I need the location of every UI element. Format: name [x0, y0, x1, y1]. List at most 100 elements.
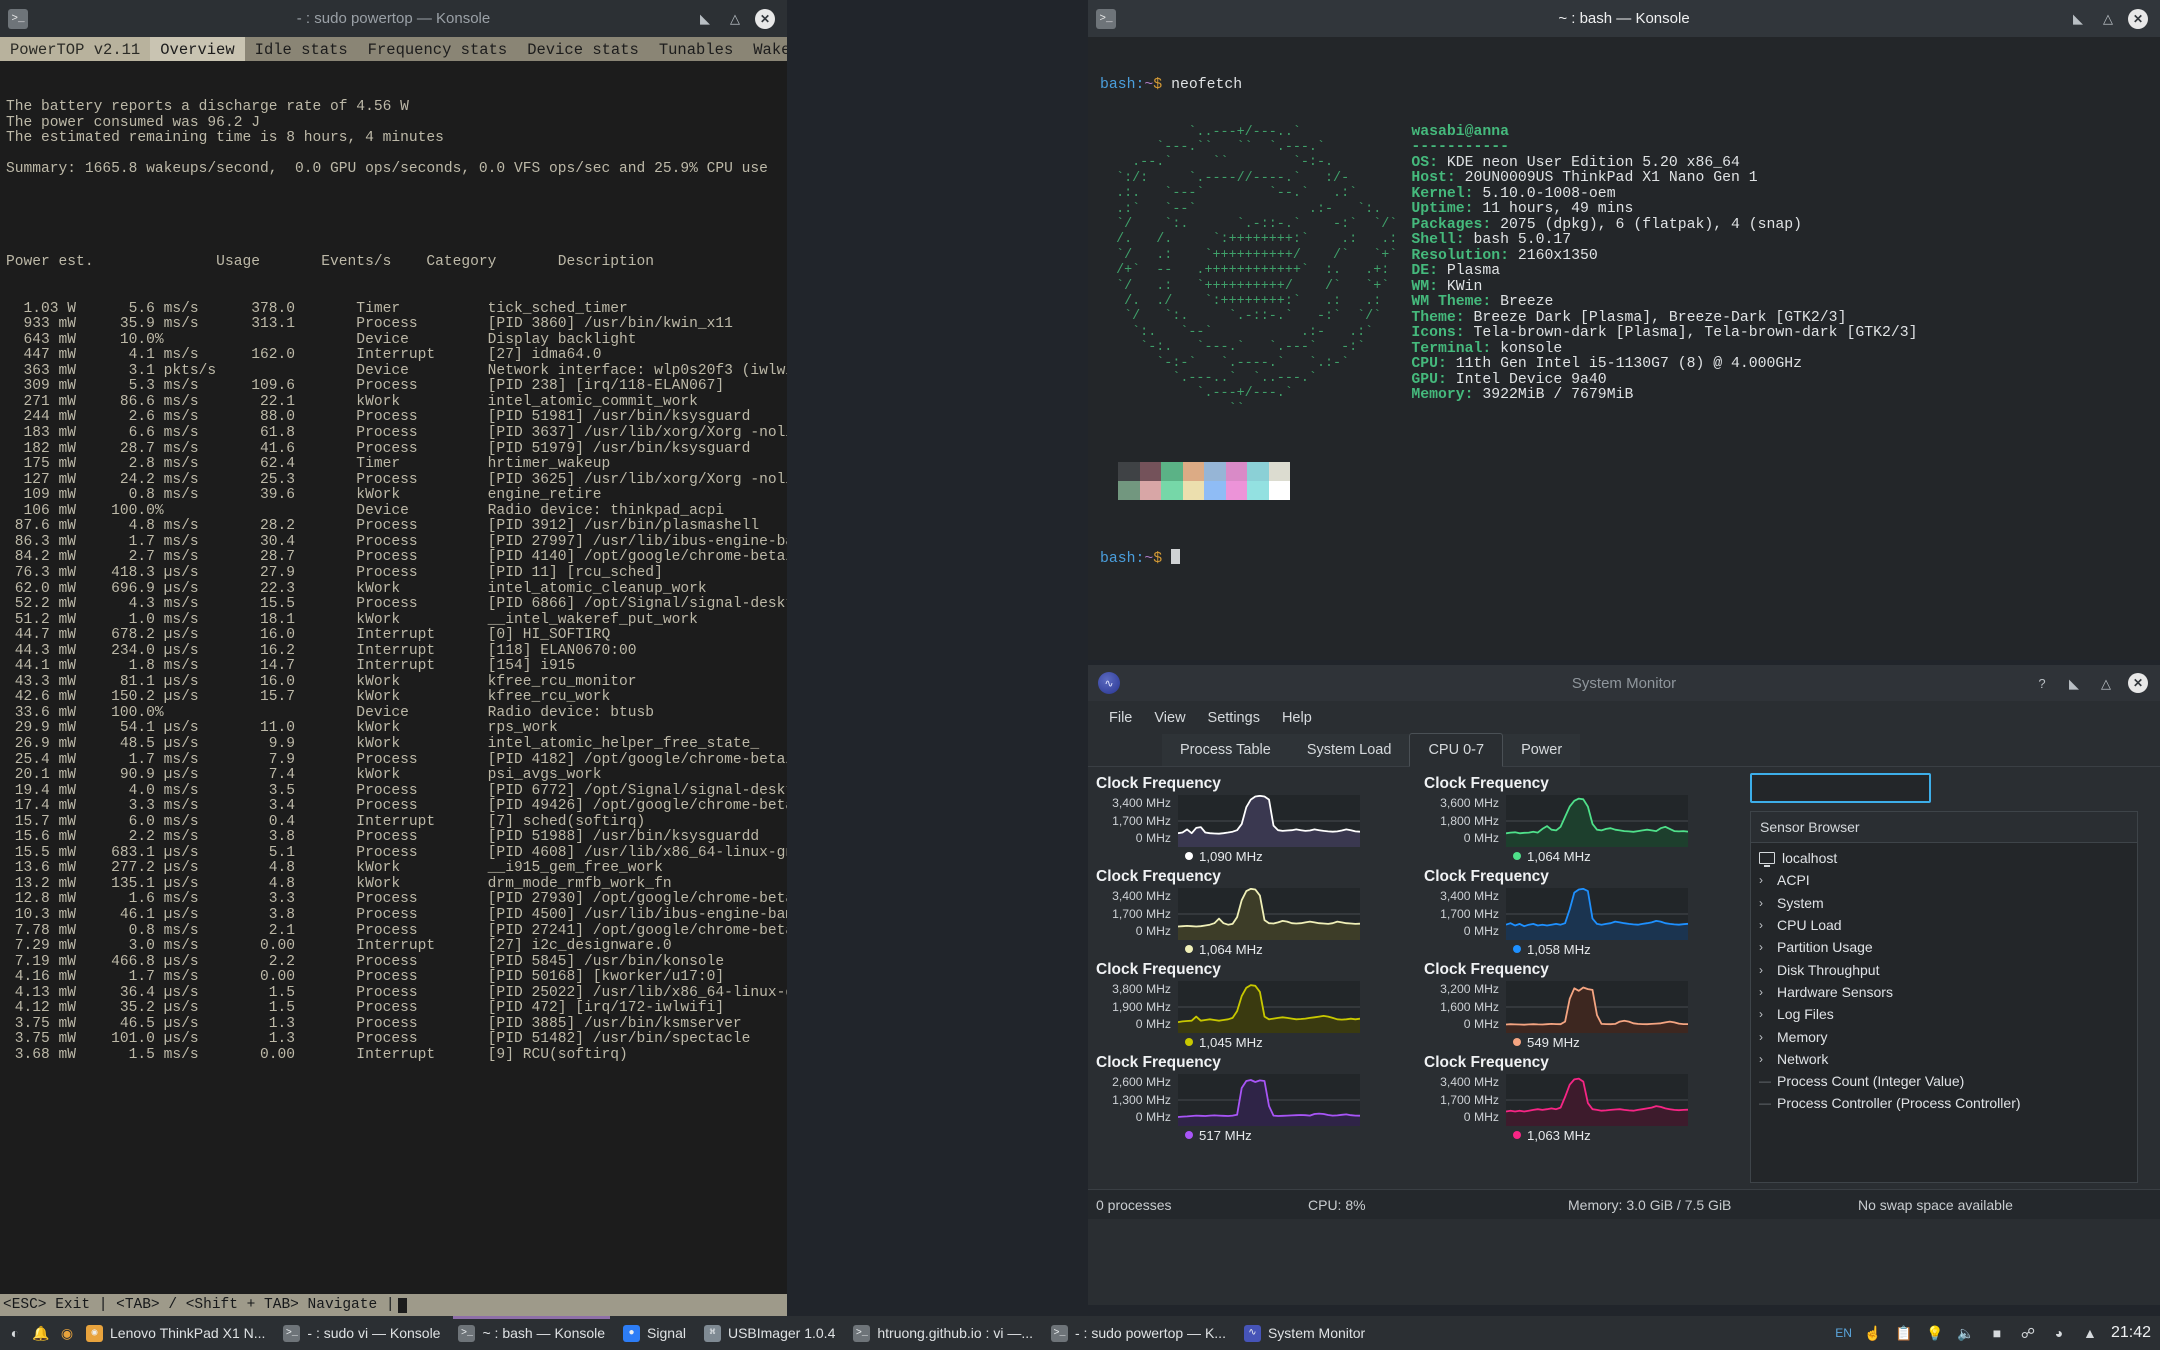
clock-frequency-chart[interactable]: Clock Frequency 2,600 MHz 1,300 MHz 0 MHz 51…	[1096, 1054, 1410, 1147]
tab-system-load[interactable]: System Load	[1288, 734, 1410, 766]
close-icon[interactable]: ✕	[2128, 673, 2148, 693]
chrome-icon[interactable]: ◉	[57, 1323, 77, 1343]
powertop-tab-frequency-stats[interactable]: Frequency stats	[357, 37, 518, 61]
sensor-browser-header: Sensor Browser	[1751, 812, 2137, 843]
maximize-icon[interactable]: △	[2096, 673, 2116, 693]
taskbar-tasks[interactable]: ◉ Lenovo ThinkPad X1 N... >_ - : sudo vi — …	[77, 1316, 1374, 1348]
clock-frequency-chart[interactable]: Clock Frequency 3,800 MHz 1,900 MHz 0 MHz 1,…	[1096, 961, 1410, 1054]
close-icon[interactable]: ✕	[2128, 8, 2148, 29]
bash-konsole-window[interactable]: >_ ~ : bash — Konsole ◣ △ ✕ bash:~$ neof…	[1088, 0, 2160, 660]
sensor-item[interactable]: › Partition Usage	[1751, 936, 2137, 958]
sensor-item[interactable]: › Disk Throughput	[1751, 958, 2137, 980]
chevron-right-icon[interactable]: ›	[1759, 896, 1777, 910]
tab-process-table[interactable]: Process Table	[1162, 734, 1289, 766]
powertop-titlebar[interactable]: >_ - : sudo powertop — Konsole ◣ △ ✕	[0, 0, 787, 37]
menu-settings[interactable]: Settings	[1199, 707, 1269, 729]
chevron-right-icon[interactable]: ›	[1759, 1052, 1777, 1066]
system-monitor-window[interactable]: ∿ System Monitor ? ◣ △ ✕ File View Setti…	[1088, 665, 2160, 1305]
wifi-icon[interactable]: ◕	[2049, 1323, 2069, 1343]
clock-frequency-chart[interactable]: Clock Frequency 3,400 MHz 1,700 MHz 0 MHz 1,…	[1424, 868, 1738, 961]
sysmon-tabbar[interactable]: Process Table System Load CPU 0-7 Power	[1088, 733, 2160, 767]
taskbar[interactable]: ◐ 🔔 ◉ ◉ Lenovo ThinkPad X1 N... >_ - : sudo…	[0, 1316, 2160, 1350]
sensor-item[interactable]: › ACPI	[1751, 869, 2137, 891]
minimize-icon[interactable]: ◣	[2064, 673, 2084, 693]
powertop-window-buttons[interactable]: ◣ △ ✕	[695, 8, 787, 29]
sensor-item[interactable]: — Process Controller (Process Controller)	[1751, 1092, 2137, 1114]
sensor-item[interactable]: › System	[1751, 892, 2137, 914]
close-icon[interactable]: ✕	[755, 8, 775, 29]
maximize-icon[interactable]: △	[725, 9, 745, 29]
taskbar-left-icons[interactable]: ◐ 🔔 ◉	[0, 1323, 77, 1343]
bash-window-buttons[interactable]: ◣ △ ✕	[2068, 8, 2160, 29]
powertop-tab-overview[interactable]: Overview	[150, 37, 245, 61]
sensor-browser-list[interactable]: localhost › ACPI › System › CPU Load › Partition…	[1751, 843, 2137, 1115]
sensor-item[interactable]: › Hardware Sensors	[1751, 981, 2137, 1003]
chevron-right-icon[interactable]: ›	[1759, 1030, 1777, 1044]
updates-icon[interactable]: ☝	[1863, 1323, 1883, 1343]
sysmon-menubar[interactable]: File View Settings Help	[1088, 701, 2160, 733]
taskbar-task[interactable]: >_ htruong.github.io : vi —...	[844, 1318, 1042, 1348]
sensor-root-localhost[interactable]: localhost	[1751, 847, 2137, 869]
tab-power[interactable]: Power	[1503, 734, 1581, 766]
taskbar-task[interactable]: >_ - : sudo vi — Konsole	[274, 1318, 449, 1348]
keyboard-language-indicator[interactable]: EN	[1835, 1326, 1852, 1340]
system-tray[interactable]: EN ☝ 📋 💡 🔈 ■ ☍ ◕ ▲ 21:42	[1835, 1323, 2160, 1343]
sysmon-titlebar[interactable]: ∿ System Monitor ? ◣ △ ✕	[1088, 665, 2160, 701]
taskbar-task[interactable]: ∿ System Monitor	[1235, 1318, 1374, 1348]
chevron-right-icon[interactable]: ›	[1759, 873, 1777, 887]
powertop-tab-wakeup[interactable]: WakeUp	[743, 37, 787, 61]
sysmon-window-buttons[interactable]: ? ◣ △ ✕	[2032, 673, 2160, 693]
chart-legend: 1,064 MHz	[1185, 942, 1410, 957]
powertop-tab-device-stats[interactable]: Device stats	[517, 37, 649, 61]
taskbar-task[interactable]: ● Signal	[614, 1318, 695, 1348]
sensor-item[interactable]: — Process Count (Integer Value)	[1751, 1070, 2137, 1092]
bluetooth-icon[interactable]: ☍	[2018, 1323, 2038, 1343]
notes-icon[interactable]: 💡	[1925, 1323, 1945, 1343]
chevron-right-icon[interactable]: ›	[1759, 918, 1777, 932]
chevron-right-icon[interactable]: ›	[1759, 963, 1777, 977]
battery-icon[interactable]: ■	[1987, 1323, 2007, 1343]
powertop-tabs[interactable]: PowerTOP v2.11 Overview Idle stats Frequ…	[0, 37, 787, 61]
chart-y-tick: 0 MHz	[1135, 924, 1171, 938]
minimize-icon[interactable]: ◣	[695, 9, 715, 29]
chart-current-value: 1,090 MHz	[1199, 848, 1263, 864]
clock-frequency-chart[interactable]: Clock Frequency 3,600 MHz 1,800 MHz 0 MHz 1,…	[1424, 775, 1738, 868]
sensor-item[interactable]: › CPU Load	[1751, 914, 2137, 936]
taskbar-task[interactable]: ◉ Lenovo ThinkPad X1 N...	[77, 1318, 274, 1348]
taskbar-clock[interactable]: 21:42	[2111, 1324, 2151, 1342]
arrow-up-icon[interactable]: ▲	[2080, 1323, 2100, 1343]
menu-view[interactable]: View	[1145, 707, 1194, 729]
sensor-search-input[interactable]	[1750, 773, 1931, 803]
clock-frequency-chart[interactable]: Clock Frequency 3,200 MHz 1,600 MHz 0 MHz 54…	[1424, 961, 1738, 1054]
chevron-right-icon[interactable]: ›	[1759, 940, 1777, 954]
tab-cpu-0-7[interactable]: CPU 0-7	[1409, 733, 1504, 767]
minimize-icon[interactable]: ◣	[2068, 9, 2088, 29]
taskbar-task[interactable]: >_ - : sudo powertop — K...	[1042, 1318, 1235, 1348]
sensor-item[interactable]: › Log Files	[1751, 1003, 2137, 1025]
maximize-icon[interactable]: △	[2098, 9, 2118, 29]
terminal-icon: >_	[458, 1324, 476, 1342]
palette-swatch	[1161, 481, 1183, 501]
sensor-item[interactable]: › Memory	[1751, 1025, 2137, 1047]
taskbar-task[interactable]: ⌘ USBImager 1.0.4	[695, 1318, 844, 1348]
chevron-right-icon[interactable]: ›	[1759, 985, 1777, 999]
clipboard-icon[interactable]: 📋	[1894, 1323, 1914, 1343]
clock-frequency-chart[interactable]: Clock Frequency 3,400 MHz 1,700 MHz 0 MHz 1,…	[1096, 868, 1410, 961]
kde-menu-icon[interactable]: ◐	[5, 1323, 25, 1343]
bash-titlebar[interactable]: >_ ~ : bash — Konsole ◣ △ ✕	[1088, 0, 2160, 37]
powertop-konsole-window[interactable]: >_ - : sudo powertop — Konsole ◣ △ ✕ Pow…	[0, 0, 787, 1316]
taskbar-task[interactable]: >_ ~ : bash — Konsole	[449, 1316, 614, 1348]
clock-frequency-chart[interactable]: Clock Frequency 3,400 MHz 1,700 MHz 0 MHz 1,…	[1096, 775, 1410, 868]
powertop-tab-idle-stats[interactable]: Idle stats	[244, 37, 358, 61]
powertop-tab-tunables[interactable]: Tunables	[648, 37, 744, 61]
sensor-item[interactable]: › Network	[1751, 1048, 2137, 1070]
chevron-right-icon[interactable]: ›	[1759, 1007, 1777, 1021]
bell-icon[interactable]: 🔔	[31, 1323, 51, 1343]
bash-terminal-body[interactable]: bash:~$ neofetch `..---+/---..` `---.`` …	[1088, 37, 2160, 660]
clock-frequency-chart[interactable]: Clock Frequency 3,400 MHz 1,700 MHz 0 MHz 1,…	[1424, 1054, 1738, 1147]
volume-icon[interactable]: 🔈	[1956, 1323, 1976, 1343]
help-icon[interactable]: ?	[2032, 673, 2052, 693]
menu-file[interactable]: File	[1100, 707, 1141, 729]
menu-help[interactable]: Help	[1273, 707, 1321, 729]
chart-title: Clock Frequency	[1424, 868, 1549, 885]
